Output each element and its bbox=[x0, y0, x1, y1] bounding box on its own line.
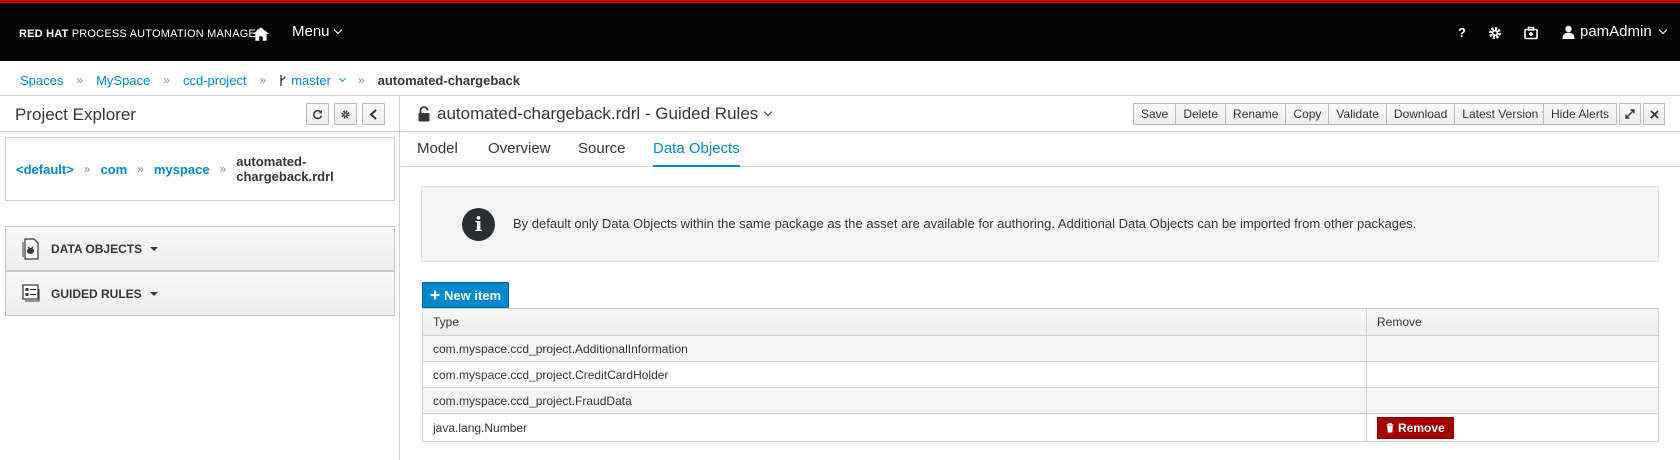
new-item-label: New item bbox=[444, 287, 502, 303]
validate-button[interactable]: Validate bbox=[1329, 103, 1387, 125]
hide-alerts-button[interactable]: Hide Alerts bbox=[1543, 103, 1618, 125]
branch-name: master bbox=[291, 72, 331, 88]
project-explorer-title: Project Explorer bbox=[15, 105, 136, 124]
breadcrumb-separator-icon: » bbox=[76, 73, 84, 87]
remove-label: Remove bbox=[1398, 420, 1445, 435]
close-editor-button[interactable] bbox=[1643, 103, 1665, 125]
table-row[interactable]: com.myspace.ccd_project.CreditCardHolder bbox=[423, 362, 1658, 388]
divider bbox=[0, 131, 400, 132]
remove-cell bbox=[1367, 388, 1658, 413]
info-text: By default only Data Objects within the … bbox=[513, 216, 1417, 231]
rename-button[interactable]: Rename bbox=[1226, 103, 1287, 125]
copy-button[interactable]: Copy bbox=[1286, 103, 1330, 125]
data-object-icon bbox=[22, 237, 39, 260]
package-myspace-link[interactable]: myspace bbox=[154, 162, 210, 177]
breadcrumb-separator-icon: » bbox=[219, 162, 227, 176]
table-row[interactable]: java.lang.Number Remove bbox=[423, 414, 1658, 441]
tasks-briefcase-icon[interactable] bbox=[1523, 25, 1539, 41]
table-row[interactable]: com.myspace.ccd_project.AdditionalInform… bbox=[423, 336, 1658, 362]
caret-down-icon bbox=[150, 246, 159, 251]
git-branch-icon bbox=[280, 74, 286, 86]
caret-down-icon bbox=[149, 291, 158, 296]
maximize-button[interactable] bbox=[1619, 103, 1641, 125]
info-alert: i By default only Data Objects within th… bbox=[421, 186, 1659, 262]
column-header-remove: Remove bbox=[1377, 315, 1422, 329]
save-button[interactable]: Save bbox=[1133, 103, 1177, 125]
lock-icon[interactable] bbox=[417, 106, 431, 122]
alerts-toolbar: Hide Alerts bbox=[1543, 103, 1618, 125]
version-dropdown[interactable]: Latest Version bbox=[1455, 103, 1556, 125]
table-row[interactable]: com.myspace.ccd_project.FraudData bbox=[423, 388, 1658, 414]
breadcrumb: Spaces » MySpace » ccd-project » master … bbox=[20, 71, 520, 89]
remove-cell bbox=[1367, 336, 1658, 361]
type-cell: com.myspace.ccd_project.CreditCardHolder bbox=[423, 362, 1367, 387]
refresh-icon bbox=[313, 109, 323, 119]
user-icon bbox=[1562, 25, 1575, 39]
download-button[interactable]: Download bbox=[1386, 103, 1456, 125]
imports-table: Type Remove com.myspace.ccd_project.Addi… bbox=[422, 308, 1659, 442]
delete-button[interactable]: Delete bbox=[1176, 103, 1227, 125]
accordion-label: GUIDED RULES bbox=[51, 286, 142, 301]
breadcrumb-project[interactable]: ccd-project bbox=[183, 73, 247, 88]
editor-title: automated-chargeback.rdrl - Guided Rules bbox=[437, 104, 759, 123]
editor-title-dropdown[interactable]: automated-chargeback.rdrl - Guided Rules bbox=[437, 104, 773, 124]
close-icon bbox=[1649, 109, 1659, 119]
column-header-type: Type bbox=[423, 309, 1367, 335]
expand-icon bbox=[1625, 109, 1635, 119]
chevron-left-icon bbox=[369, 108, 377, 120]
plus-icon bbox=[430, 290, 440, 300]
remove-cell: Remove bbox=[1367, 414, 1658, 441]
home-icon[interactable] bbox=[252, 25, 270, 43]
remove-cell bbox=[1367, 362, 1658, 387]
accordion-data-objects[interactable]: DATA OBJECTS bbox=[5, 226, 395, 271]
breadcrumb-separator-icon: » bbox=[357, 73, 365, 87]
package-default-link[interactable]: <default> bbox=[16, 162, 74, 177]
table-header: Type Remove bbox=[423, 309, 1658, 336]
breadcrumb-separator-icon: » bbox=[83, 162, 91, 176]
brand-logo[interactable]: RED HAT PROCESS AUTOMATION MANAGER bbox=[19, 28, 264, 40]
breadcrumb-space[interactable]: MySpace bbox=[96, 73, 150, 88]
project-explorer-panel: Project Explorer <default> » com » myspa… bbox=[0, 96, 400, 460]
type-cell: com.myspace.ccd_project.AdditionalInform… bbox=[423, 336, 1367, 361]
editor-toolbar: Save Delete Rename Copy Validate Downloa… bbox=[1133, 103, 1556, 125]
remove-button[interactable]: Remove bbox=[1377, 416, 1454, 439]
version-label: Latest Version bbox=[1462, 107, 1539, 121]
collapse-panel-button[interactable] bbox=[362, 103, 385, 125]
package-breadcrumb: <default> » com » myspace » automated-ch… bbox=[5, 137, 395, 201]
accordion-label: DATA OBJECTS bbox=[51, 241, 143, 256]
trash-icon bbox=[1386, 422, 1394, 432]
breadcrumb-current: automated-chargeback bbox=[377, 72, 520, 88]
help-icon[interactable]: ? bbox=[1454, 25, 1470, 41]
breadcrumb-separator-icon: » bbox=[163, 73, 170, 87]
tab-source[interactable]: Source bbox=[578, 140, 626, 157]
breadcrumb-spaces[interactable]: Spaces bbox=[20, 73, 63, 88]
main-menu-dropdown[interactable]: Menu bbox=[292, 23, 342, 40]
info-icon: i bbox=[462, 208, 495, 241]
accordion-guided-rules[interactable]: GUIDED RULES bbox=[5, 271, 395, 316]
package-com-link[interactable]: com bbox=[100, 162, 127, 177]
type-cell: java.lang.Number bbox=[423, 414, 1367, 441]
chevron-down-icon bbox=[764, 107, 773, 117]
chevron-down-icon bbox=[333, 25, 342, 35]
branch-selector[interactable]: master bbox=[279, 72, 346, 88]
explorer-settings-button[interactable] bbox=[334, 103, 357, 125]
tab-data-objects[interactable]: Data Objects bbox=[653, 140, 740, 167]
refresh-button[interactable] bbox=[306, 103, 329, 125]
breadcrumb-separator-icon: » bbox=[259, 73, 267, 87]
guided-rule-icon bbox=[22, 283, 40, 301]
gear-icon[interactable] bbox=[1487, 25, 1503, 41]
type-cell: com.myspace.ccd_project.FraudData bbox=[423, 388, 1367, 413]
tab-model[interactable]: Model bbox=[417, 140, 458, 157]
user-name: pamAdmin bbox=[1580, 23, 1652, 40]
breadcrumb-separator-icon: » bbox=[137, 162, 144, 176]
chevron-down-icon bbox=[338, 74, 346, 82]
user-menu-dropdown[interactable]: pamAdmin bbox=[1562, 23, 1667, 40]
chevron-down-icon bbox=[1658, 25, 1667, 34]
gear-icon bbox=[341, 109, 350, 119]
new-item-button[interactable]: New item bbox=[422, 282, 510, 308]
package-file-name: automated-chargeback.rdrl bbox=[236, 154, 334, 184]
tab-overview[interactable]: Overview bbox=[488, 140, 551, 157]
top-navbar: RED HAT PROCESS AUTOMATION MANAGER Menu … bbox=[0, 0, 1680, 61]
editor-tabs: Model Overview Source Data Objects bbox=[401, 131, 1680, 167]
